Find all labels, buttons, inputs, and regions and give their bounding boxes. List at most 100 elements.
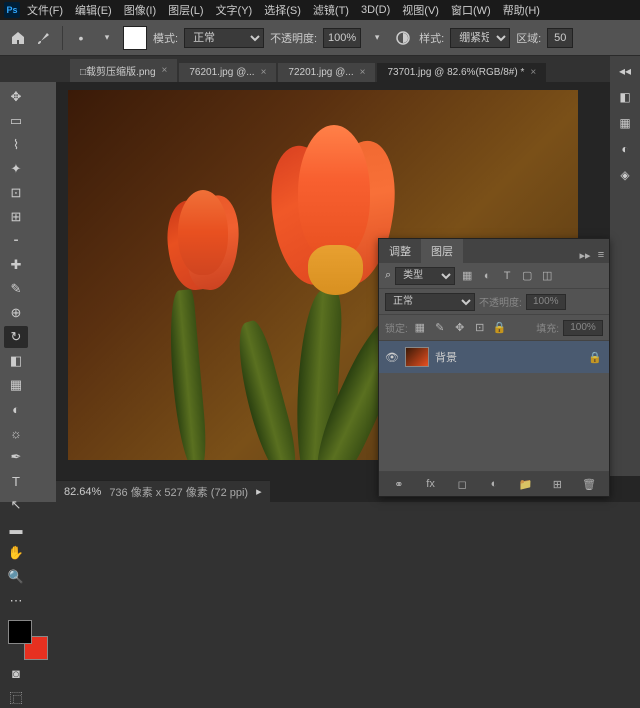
- link-layers-icon[interactable]: ⚭: [391, 476, 407, 492]
- text-tool[interactable]: T: [4, 470, 28, 492]
- brush-swatch[interactable]: [123, 26, 147, 50]
- lock-position-icon[interactable]: ✥: [452, 320, 468, 336]
- close-icon[interactable]: ×: [360, 67, 366, 78]
- layers-panel-icon[interactable]: ◈: [614, 164, 636, 186]
- lock-artboard-icon[interactable]: ⊡: [472, 320, 488, 336]
- frame-tool[interactable]: ⊞: [4, 206, 28, 228]
- opacity-input[interactable]: [323, 28, 361, 48]
- menu-bar: Ps 文件(F) 编辑(E) 图像(I) 图层(L) 文字(Y) 选择(S) 滤…: [0, 0, 640, 20]
- menu-filter[interactable]: 滤镜(T): [308, 0, 354, 20]
- close-icon[interactable]: ×: [261, 67, 267, 78]
- magic-wand-tool[interactable]: ✦: [4, 158, 28, 180]
- menu-edit[interactable]: 编辑(E): [70, 0, 117, 20]
- move-tool[interactable]: ✥: [4, 86, 28, 108]
- swatches-panel-icon[interactable]: ▦: [614, 112, 636, 134]
- lock-brush-icon[interactable]: ✎: [432, 320, 448, 336]
- collapse-icon[interactable]: ▸▸: [577, 247, 593, 263]
- menu-window[interactable]: 窗口(W): [446, 0, 496, 20]
- layer-style-icon[interactable]: fx: [423, 476, 439, 492]
- chevron-down-icon[interactable]: ▾: [367, 28, 387, 48]
- menu-3d[interactable]: 3D(D): [356, 2, 395, 18]
- text-filter-icon[interactable]: T: [499, 268, 515, 284]
- edit-toolbar[interactable]: ⋯: [4, 590, 28, 612]
- lasso-tool[interactable]: ⌇: [4, 134, 28, 156]
- document-tab[interactable]: 72201.jpg @...×: [278, 63, 375, 82]
- document-info: 736 像素 x 527 像素 (72 ppi): [109, 484, 248, 500]
- panel-menu-icon[interactable]: ≡: [593, 247, 609, 263]
- layer-list: 👁 背景 🔒: [379, 341, 609, 421]
- document-tab[interactable]: □载剪压缩版.png×: [70, 59, 177, 82]
- search-icon[interactable]: ⌕: [385, 269, 391, 282]
- status-bar: 82.64% 736 像素 x 527 像素 (72 ppi) ▸: [56, 480, 270, 502]
- delete-layer-icon[interactable]: 🗑: [581, 476, 597, 492]
- hand-tool[interactable]: ✋: [4, 542, 28, 564]
- pixel-filter-icon[interactable]: ▦: [459, 268, 475, 284]
- expand-dock-icon[interactable]: ◂◂: [614, 60, 636, 82]
- toolbox: ✥ ▭ ⌇ ✦ ⊡ ⊞ ⁃ ✚ ✎ ⊕ ↻ ◧ ▦ ◐ ☼ ✒ T ↖ ▬ ✋ …: [0, 82, 56, 502]
- brush-tool-icon[interactable]: [34, 28, 54, 48]
- menu-layer[interactable]: 图层(L): [163, 0, 208, 20]
- brush-size-icon[interactable]: •: [71, 28, 91, 48]
- menu-image[interactable]: 图像(I): [119, 0, 161, 20]
- layer-thumbnail[interactable]: [405, 347, 429, 367]
- dodge-tool[interactable]: ☼: [4, 422, 28, 444]
- history-brush-tool[interactable]: ↻: [4, 326, 28, 348]
- color-panel-icon[interactable]: ◧: [614, 86, 636, 108]
- group-icon[interactable]: 📁: [518, 476, 534, 492]
- stamp-tool[interactable]: ⊕: [4, 302, 28, 324]
- quick-mask-icon[interactable]: ◙: [4, 662, 28, 684]
- eraser-tool[interactable]: ◧: [4, 350, 28, 372]
- crop-tool[interactable]: ⊡: [4, 182, 28, 204]
- layer-item[interactable]: 👁 背景 🔒: [379, 341, 609, 373]
- menu-file[interactable]: 文件(F): [22, 0, 68, 20]
- gradient-tool[interactable]: ▦: [4, 374, 28, 396]
- adjustment-layer-icon[interactable]: ◐: [486, 476, 502, 492]
- rectangle-tool[interactable]: ▬: [4, 518, 28, 540]
- zoom-tool[interactable]: 🔍: [4, 566, 28, 588]
- close-icon[interactable]: ×: [530, 67, 536, 78]
- kind-filter[interactable]: 类型: [395, 267, 455, 285]
- mode-select[interactable]: 正常: [184, 28, 264, 48]
- style-select[interactable]: 绷紧短: [450, 28, 510, 48]
- chevron-right-icon[interactable]: ▸: [256, 485, 262, 498]
- close-icon[interactable]: ×: [162, 65, 168, 76]
- chevron-down-icon[interactable]: ▾: [97, 28, 117, 48]
- fill-input[interactable]: [563, 320, 603, 336]
- eyedropper-tool[interactable]: ⁃: [4, 230, 28, 252]
- pressure-opacity-icon[interactable]: [393, 28, 413, 48]
- layer-opacity-input[interactable]: [526, 294, 566, 310]
- document-tab-active[interactable]: 73701.jpg @ 82.6%(RGB/8#) *×: [377, 63, 546, 82]
- lock-pixels-icon[interactable]: ▦: [412, 320, 428, 336]
- foreground-color[interactable]: [8, 620, 32, 644]
- smart-filter-icon[interactable]: ◫: [539, 268, 555, 284]
- document-tab[interactable]: 76201.jpg @...×: [179, 63, 276, 82]
- brush-tool[interactable]: ✎: [4, 278, 28, 300]
- zoom-level[interactable]: 82.64%: [64, 486, 101, 498]
- layers-footer: ⚭ fx ◻ ◐ 📁 ⊞ 🗑: [379, 471, 609, 496]
- menu-view[interactable]: 视图(V): [397, 0, 444, 20]
- blend-mode-select[interactable]: 正常: [385, 293, 475, 311]
- menu-help[interactable]: 帮助(H): [498, 0, 545, 20]
- area-input[interactable]: [547, 28, 573, 48]
- fill-label: 填充:: [536, 320, 559, 335]
- path-tool[interactable]: ↖: [4, 494, 28, 516]
- adjust-filter-icon[interactable]: ◐: [479, 268, 495, 284]
- blend-row: 正常 不透明度:: [379, 289, 609, 315]
- adjustments-panel-icon[interactable]: ◐: [614, 138, 636, 160]
- menu-select[interactable]: 选择(S): [259, 0, 306, 20]
- layers-tab[interactable]: 图层: [421, 239, 463, 263]
- visibility-toggle[interactable]: 👁: [385, 351, 399, 364]
- marquee-tool[interactable]: ▭: [4, 110, 28, 132]
- layer-name[interactable]: 背景: [435, 349, 581, 365]
- healing-tool[interactable]: ✚: [4, 254, 28, 276]
- menu-text[interactable]: 文字(Y): [211, 0, 258, 20]
- pen-tool[interactable]: ✒: [4, 446, 28, 468]
- lock-all-icon[interactable]: 🔒: [492, 320, 508, 336]
- blur-tool[interactable]: ◐: [4, 398, 28, 420]
- adjustments-tab[interactable]: 调整: [379, 239, 421, 263]
- new-layer-icon[interactable]: ⊞: [549, 476, 565, 492]
- home-icon[interactable]: [8, 28, 28, 48]
- layer-mask-icon[interactable]: ◻: [454, 476, 470, 492]
- screen-mode-icon[interactable]: ⿸: [4, 686, 28, 708]
- shape-filter-icon[interactable]: ▢: [519, 268, 535, 284]
